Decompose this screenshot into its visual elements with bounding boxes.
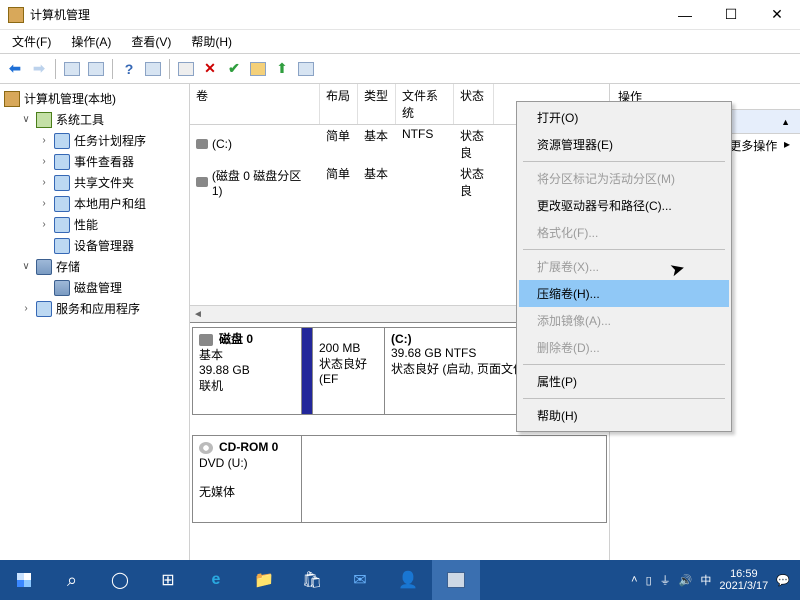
cm-explorer[interactable]: 资源管理器(E) (519, 131, 729, 158)
col-type[interactable]: 类型 (358, 84, 396, 124)
back-button[interactable]: ⬅ (4, 58, 26, 80)
cm-change-drive[interactable]: 更改驱动器号和路径(C)... (519, 192, 729, 219)
taskbar-diskmgmt[interactable] (432, 560, 480, 600)
col-volume[interactable]: 卷 (190, 84, 320, 124)
minimize-button[interactable]: — (662, 0, 708, 30)
chevron-right-icon: ▸ (784, 137, 790, 154)
taskbar-people[interactable] (384, 560, 432, 600)
close-button[interactable]: ✕ (754, 0, 800, 30)
folder-icon (54, 175, 70, 191)
drive-icon (196, 177, 208, 187)
toolbar-properties-icon[interactable] (142, 58, 164, 80)
tree-storage[interactable]: 存储 (56, 258, 80, 275)
start-button[interactable] (0, 560, 48, 600)
tray-network-icon[interactable]: ⏚ (660, 572, 671, 588)
disk-icon (54, 280, 70, 296)
disk-icon (199, 334, 213, 346)
maximize-button[interactable]: ☐ (708, 0, 754, 30)
tree-services[interactable]: 服务和应用程序 (56, 300, 140, 317)
window-title: 计算机管理 (30, 6, 90, 23)
app-icon (8, 7, 24, 23)
menu-help[interactable]: 帮助(H) (185, 31, 238, 52)
disc-icon (199, 442, 213, 454)
partition-efi[interactable]: 200 MB 状态良好 (EF (312, 328, 384, 414)
tray-up-icon[interactable]: ˄ (631, 574, 637, 586)
tray-notifications-icon[interactable]: 💬 (776, 574, 790, 587)
delete-icon[interactable]: ✕ (199, 58, 221, 80)
clock-icon (54, 133, 70, 149)
storage-icon (36, 259, 52, 275)
toolbar-rescan-icon[interactable] (175, 58, 197, 80)
nav-tree[interactable]: 计算机管理(本地) ∨ 系统工具 ›任务计划程序 ›事件查看器 ›共享文件夹 ›… (0, 84, 190, 600)
menu-view[interactable]: 查看(V) (125, 31, 177, 52)
cm-add-mirror: 添加镜像(A)... (519, 307, 729, 334)
tray-battery-icon[interactable]: ▯ (646, 574, 652, 587)
disk-row[interactable]: CD-ROM 0 DVD (U:) 无媒体 (192, 435, 607, 523)
menu-file[interactable]: 文件(F) (6, 31, 57, 52)
wrench-icon (36, 112, 52, 128)
tray-ime[interactable]: 中 (700, 572, 711, 588)
toolbar-list-icon[interactable] (295, 58, 317, 80)
taskbar-search[interactable] (48, 560, 96, 600)
col-status[interactable]: 状态 (454, 84, 494, 124)
services-icon (36, 301, 52, 317)
taskbar-mail[interactable] (336, 560, 384, 600)
tray-volume-icon[interactable]: 🔊 (679, 574, 693, 587)
context-menu: 打开(O) 资源管理器(E) 将分区标记为活动分区(M) 更改驱动器号和路径(C… (516, 101, 732, 432)
partition-strip (302, 328, 312, 414)
tree-performance[interactable]: 性能 (74, 216, 98, 233)
taskbar-taskview[interactable] (144, 560, 192, 600)
tree-event-viewer[interactable]: 事件查看器 (74, 153, 134, 170)
tree-task-scheduler[interactable]: 任务计划程序 (74, 132, 146, 149)
toolbar-action-icon[interactable] (247, 58, 269, 80)
apply-icon[interactable]: ✔ (223, 58, 245, 80)
tree-local-users[interactable]: 本地用户和组 (74, 195, 146, 212)
cm-open[interactable]: 打开(O) (519, 104, 729, 131)
toolbar-views-icon[interactable] (61, 58, 83, 80)
col-fs[interactable]: 文件系统 (396, 84, 454, 124)
taskbar-explorer[interactable] (240, 560, 288, 600)
tree-shared-folders[interactable]: 共享文件夹 (74, 174, 134, 191)
cm-help[interactable]: 帮助(H) (519, 402, 729, 429)
drive-icon (196, 139, 208, 149)
collapse-icon[interactable]: ▲ (781, 117, 790, 127)
window-titlebar: 计算机管理 — ☐ ✕ (0, 0, 800, 30)
cm-shrink[interactable]: 压缩卷(H)... (519, 280, 729, 307)
taskbar-edge[interactable] (192, 560, 240, 600)
forward-button[interactable]: ➡ (28, 58, 50, 80)
col-layout[interactable]: 布局 (320, 84, 358, 124)
up-arrow-icon[interactable]: ⬆ (271, 58, 293, 80)
cm-mark-active: 将分区标记为活动分区(M) (519, 165, 729, 192)
device-icon (54, 238, 70, 254)
tree-device-manager[interactable]: 设备管理器 (74, 237, 134, 254)
users-icon (54, 196, 70, 212)
taskbar: ˄ ▯ ⏚ 🔊 中 16:59 2021/3/17 💬 (0, 560, 800, 600)
taskbar-cortana[interactable] (96, 560, 144, 600)
event-icon (54, 154, 70, 170)
perf-icon (54, 217, 70, 233)
computer-icon (4, 91, 20, 107)
taskbar-clock[interactable]: 16:59 2021/3/17 (719, 568, 768, 592)
toolbar-detail-icon[interactable] (85, 58, 107, 80)
cm-extend: 扩展卷(X)... (519, 253, 729, 280)
menubar: 文件(F) 操作(A) 查看(V) 帮助(H) (0, 30, 800, 54)
cm-format: 格式化(F)... (519, 219, 729, 246)
tree-root[interactable]: 计算机管理(本地) (24, 90, 116, 107)
help-icon[interactable]: ? (118, 58, 140, 80)
toolbar: ⬅ ➡ ? ✕ ✔ ⬆ (0, 54, 800, 84)
tree-system-tools[interactable]: 系统工具 (56, 111, 104, 128)
menu-action[interactable]: 操作(A) (65, 31, 117, 52)
cm-properties[interactable]: 属性(P) (519, 368, 729, 395)
tree-disk-management[interactable]: 磁盘管理 (74, 279, 122, 296)
taskbar-store[interactable] (288, 560, 336, 600)
cm-delete: 删除卷(D)... (519, 334, 729, 361)
